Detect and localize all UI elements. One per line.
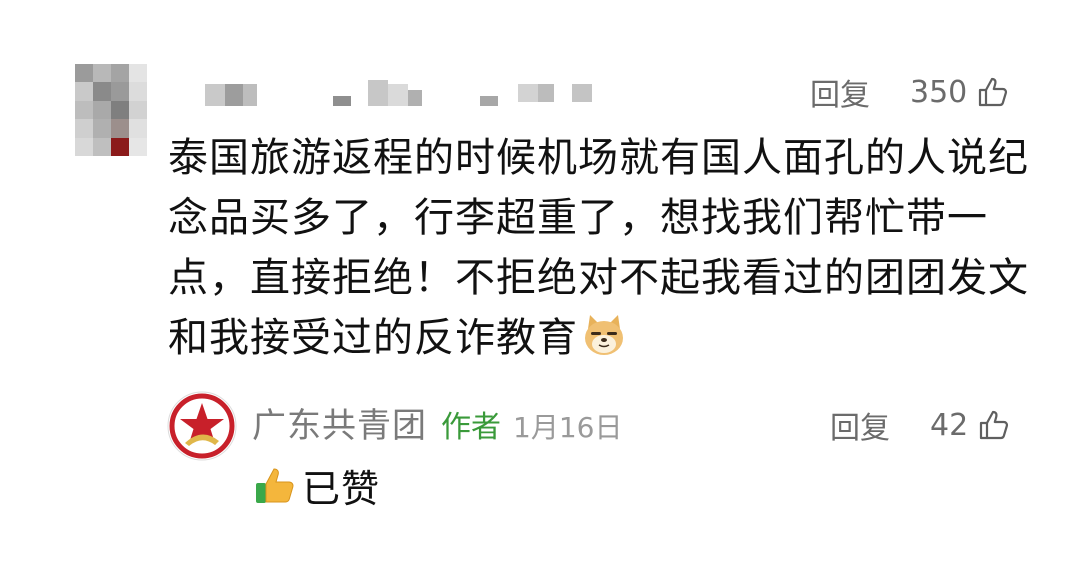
comment-author-name[interactable] [200,80,610,106]
reply-button[interactable]: 回复 [830,403,890,447]
like-count: 42 [930,407,969,443]
thumbs-up-outline-icon[interactable] [978,409,1010,441]
reply-author-name[interactable]: 广东共青团 [252,398,427,447]
reply-date: 1月16日 [513,411,623,444]
reply-button[interactable]: 回复 [810,70,870,114]
reply-body: 已赞 [254,458,380,513]
reply-header: 广东共青团 作者 1月16日 [252,398,622,447]
reply-meta: 回复 42 [830,403,1010,447]
author-badge: 作者 [441,410,501,445]
thumbs-up-emoji [254,465,296,507]
comment-text: 泰国旅游返程的时候机场就有国人面孔的人说纪念品买多了，行李超重了，想找我们帮忙带… [168,128,1048,368]
like-count: 350 [910,74,968,110]
comment-meta: 回复 350 [810,70,1009,114]
avatar[interactable] [75,64,147,156]
doge-emoji [580,311,628,359]
league-logo-icon[interactable] [167,391,237,461]
thumbs-up-outline-icon[interactable] [977,76,1009,108]
reply-text: 已赞 [302,467,381,511]
